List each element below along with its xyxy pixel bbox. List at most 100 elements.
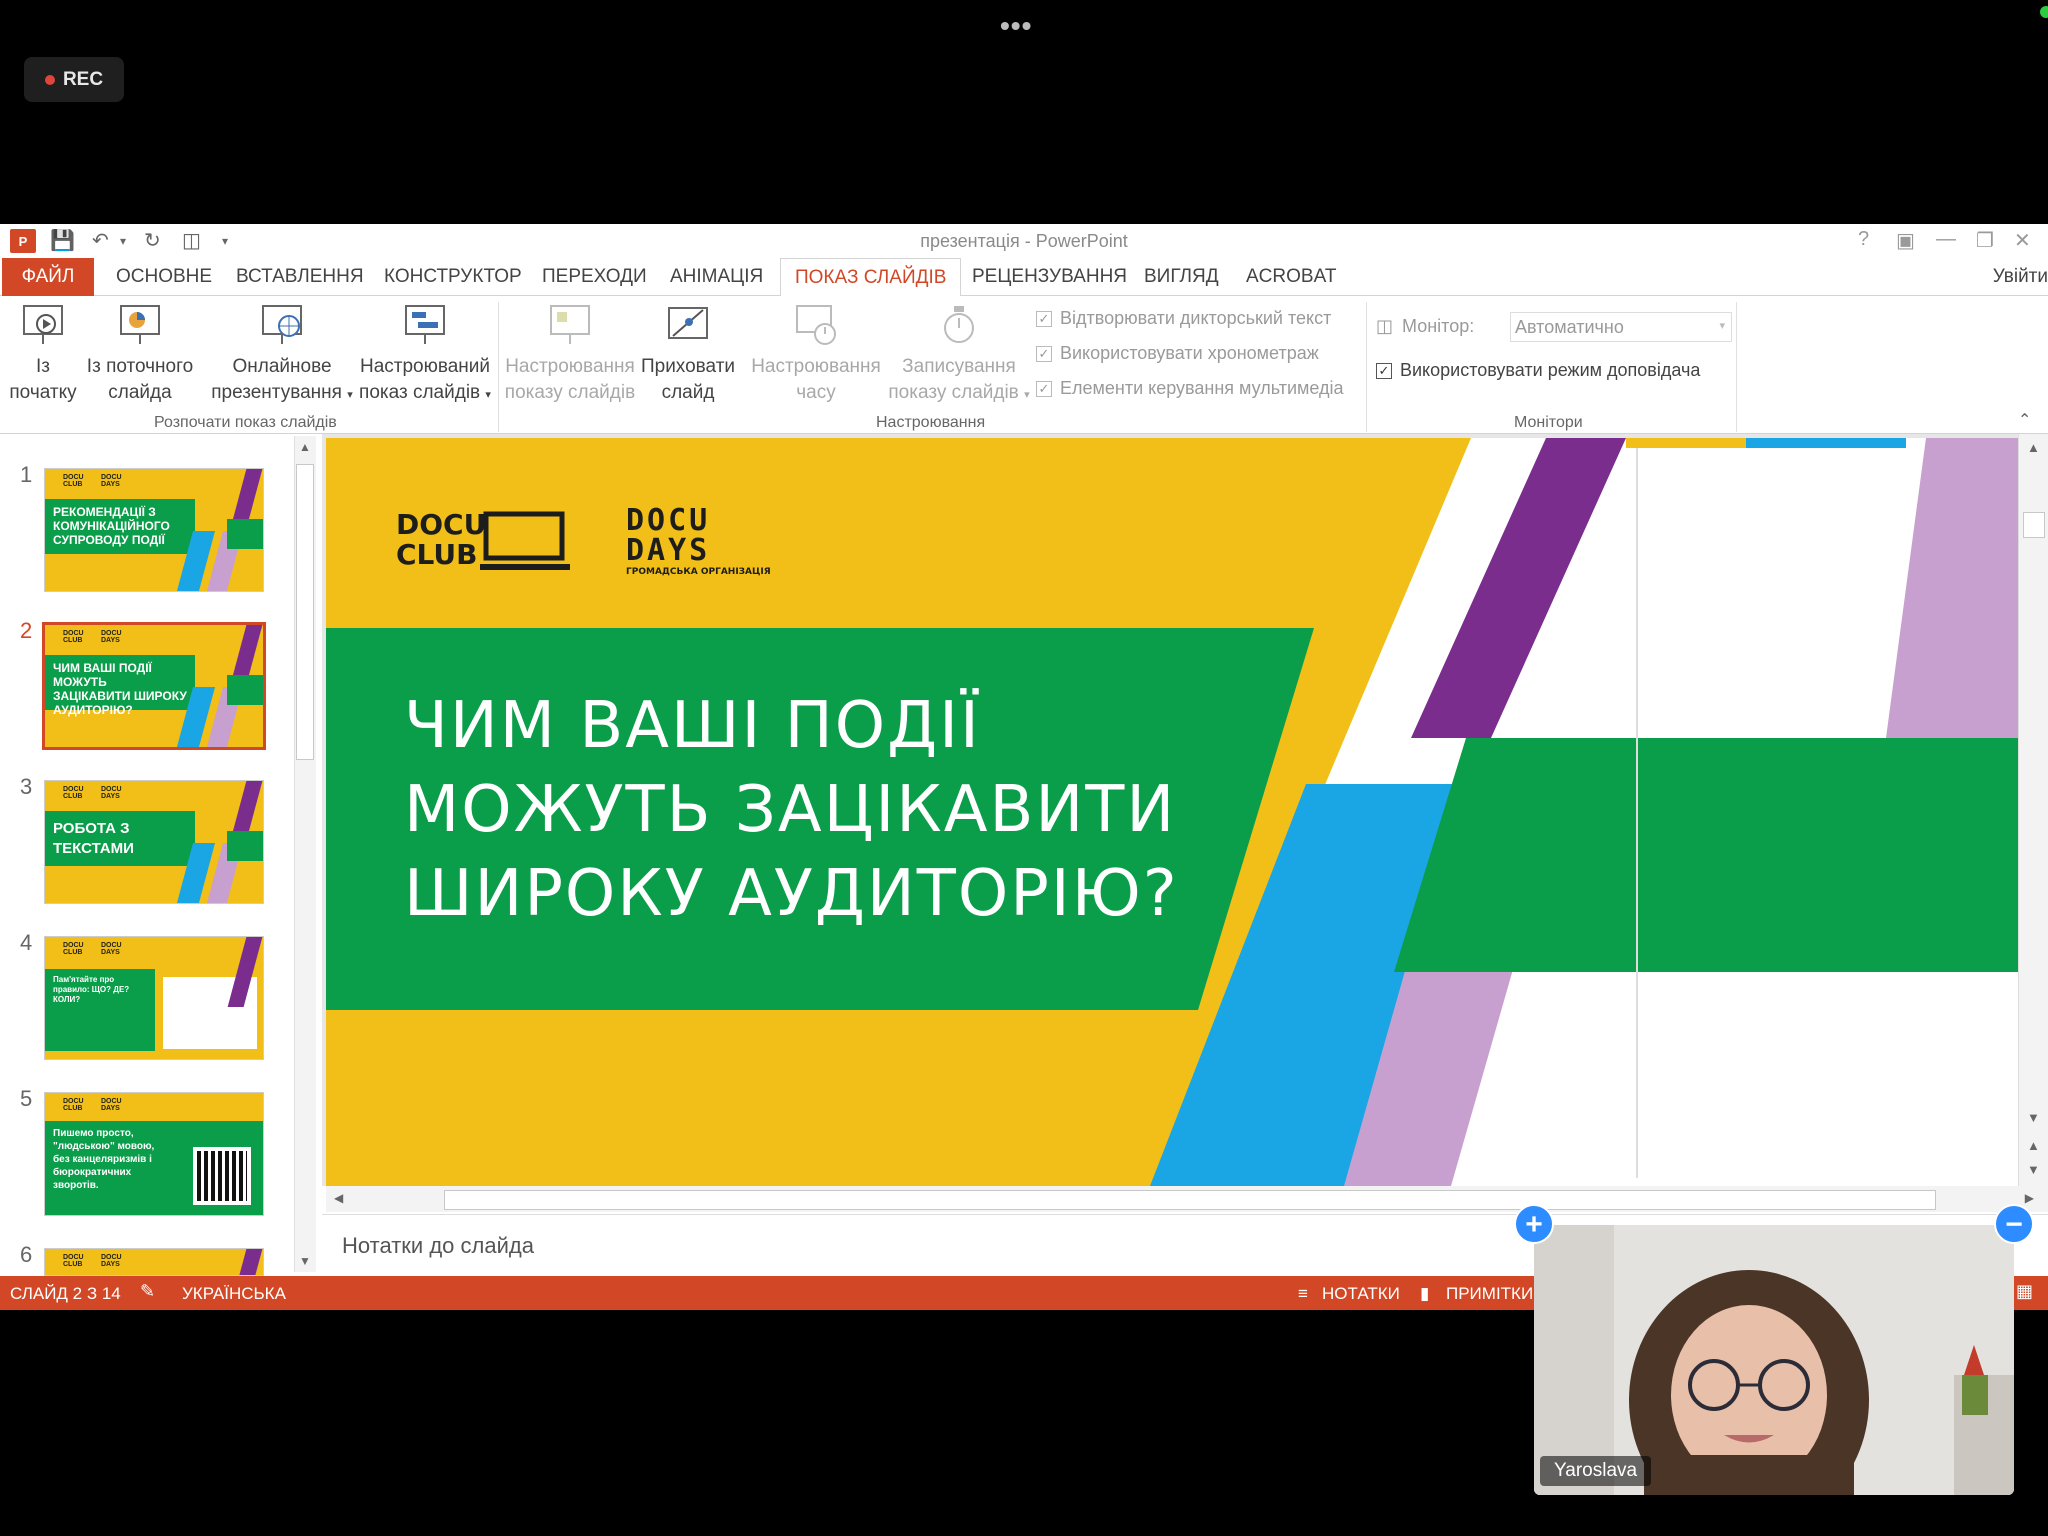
thumb-logo: DOCU CLUB xyxy=(63,786,84,800)
scroll-right-icon[interactable]: ▶ xyxy=(2025,1191,2034,1205)
thumbnails-scroll-thumb[interactable] xyxy=(296,464,314,760)
from-current-label-2: слайда xyxy=(108,382,172,403)
from-current-slide-button[interactable]: Із поточного слайда xyxy=(80,302,200,406)
slide-thumbnail-5[interactable]: DOCU CLUB DOCU DAYS Пишемо просто, "людсько… xyxy=(44,1092,264,1216)
slide-number: 4 xyxy=(20,930,33,955)
scroll-up-icon[interactable]: ▲ xyxy=(299,440,311,454)
logo-right-line-1: DOCU xyxy=(626,503,711,538)
monitor-label: Монітор: xyxy=(1402,316,1475,336)
from-beginning-button[interactable]: Із початку xyxy=(6,302,80,406)
comments-toggle-button[interactable]: ПРИМІТКИ xyxy=(1446,1284,1533,1304)
slide-thumbnail-2[interactable]: DOCU CLUB DOCU DAYS ЧИМ ВАШІ ПОДІЇ МОЖУТЬ З… xyxy=(42,622,266,750)
from-current-label-1: Із поточного xyxy=(86,356,194,377)
hide-slide-icon xyxy=(665,302,711,348)
present-online-button[interactable]: Онлайнове презентування ▾ xyxy=(208,302,356,408)
hide-slide-label-1: Приховати xyxy=(640,356,736,377)
rehearse-timings-button[interactable]: Настроювання часу xyxy=(748,302,884,406)
thumb-title: ЧИМ ВАШІ ПОДІЇ МОЖУТЬ ЗАЦІКАВИТИ ШИРОКУ … xyxy=(45,655,195,717)
tab-file[interactable]: ФАЙЛ xyxy=(2,258,94,296)
slide-thumbnail-4[interactable]: DOCU CLUB DOCU DAYS Пам'ятайте про правило:… xyxy=(44,936,264,1060)
slide-thumbnail-6[interactable]: DOCU CLUB DOCU DAYS xyxy=(44,1248,264,1276)
close-icon[interactable]: ✕ xyxy=(2014,228,2031,253)
set-up-slide-show-button[interactable]: Настроювання показу слайдів xyxy=(502,302,638,406)
rehearse-label-2: часу xyxy=(796,382,836,403)
slide-thumbnail-3[interactable]: DOCU CLUB DOCU DAYS РОБОТА З ТЕКСТАМИ xyxy=(44,780,264,904)
slide-thumbnail-1[interactable]: DOCU CLUB DOCU DAYS РЕКОМЕНДАЦІЇ З КОМУНІКА… xyxy=(44,468,264,592)
help-icon[interactable]: ? xyxy=(1858,228,1869,251)
language-indicator[interactable]: УКРАЇНСЬКА xyxy=(182,1284,286,1304)
tab-acrobat[interactable]: ACROBAT xyxy=(1232,258,1350,296)
recording-badge: REC xyxy=(24,57,124,102)
thumb-title: РЕКОМЕНДАЦІЇ З КОМУНІКАЦІЙНОГО СУПРОВОДУ… xyxy=(45,499,195,554)
group-label-start: Розпочати показ слайдів xyxy=(154,414,337,431)
tab-slide-show[interactable]: ПОКАЗ СЛАЙДІВ xyxy=(780,258,962,297)
slide-vertical-scrollbar[interactable]: ▲ ▼ ▲ ▼ xyxy=(2018,434,2048,1186)
tab-home[interactable]: ОСНОВНЕ xyxy=(102,258,226,296)
thumb-logo: DOCU DAYS xyxy=(101,630,122,644)
tab-review[interactable]: РЕЦЕНЗУВАННЯ xyxy=(958,258,1141,296)
tab-design[interactable]: КОНСТРУКТОР xyxy=(370,258,536,296)
slide-number: 6 xyxy=(20,1242,33,1267)
slideshow-start-icon xyxy=(20,302,66,348)
checkbox-check-icon: ✓ xyxy=(1036,310,1052,327)
record-label-1: Записування xyxy=(902,356,1016,377)
from-beginning-label-1: Із xyxy=(36,356,50,377)
expand-video-button[interactable]: + xyxy=(1514,1204,1554,1244)
thumb-logo: DOCU DAYS xyxy=(101,786,122,800)
collapse-ribbon-icon[interactable]: ⌃ xyxy=(2018,410,2031,430)
show-media-controls-checkbox[interactable]: ✓ Елементи керування мультимедіа xyxy=(1036,378,1344,399)
notes-toggle-icon: ≡ xyxy=(1298,1284,1308,1303)
horizontal-scroll-thumb[interactable] xyxy=(444,1190,1936,1210)
slide-number: 3 xyxy=(20,774,33,799)
current-slide[interactable]: DOCU CLUB DOCU DAYS ГРОМАДСЬКА ОРГАНІЗАЦ… xyxy=(326,438,2018,1186)
hide-slide-button[interactable]: Приховати слайд xyxy=(638,302,738,406)
slide-headline: ЧИМ ВАШІ ПОДІЇ МОЖУТЬ ЗАЦІКАВИТИ ШИРОКУ … xyxy=(404,684,1179,936)
play-narrations-label: Відтворювати дикторський текст xyxy=(1060,308,1332,328)
rehearse-label-1: Настроювання xyxy=(751,356,881,377)
comments-icon: ▮ xyxy=(1420,1284,1430,1303)
checkbox-check-icon: ✓ xyxy=(1036,345,1052,362)
next-slide-icon[interactable]: ▼ xyxy=(2027,1162,2040,1177)
record-slide-show-button[interactable]: Записування показу слайдів ▾ xyxy=(884,302,1034,408)
ribbon: Із початку Із поточного слайда Онлайнове… xyxy=(0,296,2048,434)
more-options-icon[interactable]: ••• xyxy=(1000,10,1032,42)
hide-slide-label-2: слайд xyxy=(661,382,715,403)
thumb-logo: DOCU CLUB xyxy=(63,1254,84,1268)
custom-slide-show-button[interactable]: Настроюваний показ слайдів ▾ xyxy=(356,302,494,408)
maximize-icon[interactable]: ❐ xyxy=(1976,228,1994,253)
scroll-down-icon[interactable]: ▼ xyxy=(299,1254,311,1268)
scroll-left-icon[interactable]: ◀ xyxy=(334,1191,343,1205)
tab-insert[interactable]: ВСТАВЛЕННЯ xyxy=(222,258,378,296)
from-beginning-label-2: початку xyxy=(9,382,77,403)
sign-in-link[interactable]: Увійти xyxy=(1993,258,2048,296)
spell-check-icon[interactable]: ✎ xyxy=(140,1281,155,1302)
presenter-view-checkbox[interactable]: ✓ Використовувати режим доповідача xyxy=(1376,360,1700,381)
scroll-up-icon[interactable]: ▲ xyxy=(2027,440,2040,455)
previous-slide-icon[interactable]: ▲ xyxy=(2027,1138,2040,1153)
title-bar: P 💾 ↶ ▾ ↻ ◫ ▾ презентація - PowerPoint ?… xyxy=(0,224,2048,258)
tab-transitions[interactable]: ПЕРЕХОДИ xyxy=(528,258,661,296)
group-label-monitors: Монітори xyxy=(1514,414,1583,431)
setup-show-icon xyxy=(547,302,593,348)
participant-video[interactable] xyxy=(1534,1225,2014,1495)
use-timings-checkbox[interactable]: ✓ Використовувати хронометраж xyxy=(1036,343,1319,364)
minimize-video-button[interactable]: − xyxy=(1994,1204,2034,1244)
ribbon-display-icon[interactable]: ▣ xyxy=(1896,228,1915,253)
tab-view[interactable]: ВИГЛЯД xyxy=(1130,258,1233,296)
monitor-select[interactable]: Автоматично ▾ xyxy=(1510,312,1732,342)
setup-show-label-1: Настроювання xyxy=(505,356,635,377)
fit-slide-icon[interactable]: ▦ xyxy=(2016,1281,2033,1302)
qr-code-icon xyxy=(193,1147,251,1205)
participant-name: Yaroslava xyxy=(1540,1456,1652,1486)
checkbox-check-icon: ✓ xyxy=(1036,380,1052,397)
minimize-icon[interactable]: — xyxy=(1936,228,1956,251)
scroll-down-icon[interactable]: ▼ xyxy=(2027,1110,2040,1125)
tab-animations[interactable]: АНІМАЦІЯ xyxy=(656,258,777,296)
monitor-value: Автоматично xyxy=(1515,317,1624,337)
headline-line-2: МОЖУТЬ ЗАЦІКАВИТИ xyxy=(404,773,1177,847)
headline-line-3: ШИРОКУ АУДИТОРІЮ? xyxy=(404,857,1179,931)
notes-toggle-button[interactable]: НОТАТКИ xyxy=(1322,1284,1400,1304)
play-narrations-checkbox[interactable]: ✓ Відтворювати дикторський текст xyxy=(1036,308,1331,329)
vertical-scroll-thumb[interactable] xyxy=(2023,512,2045,538)
chevron-down-icon: ▾ xyxy=(1719,320,1725,332)
